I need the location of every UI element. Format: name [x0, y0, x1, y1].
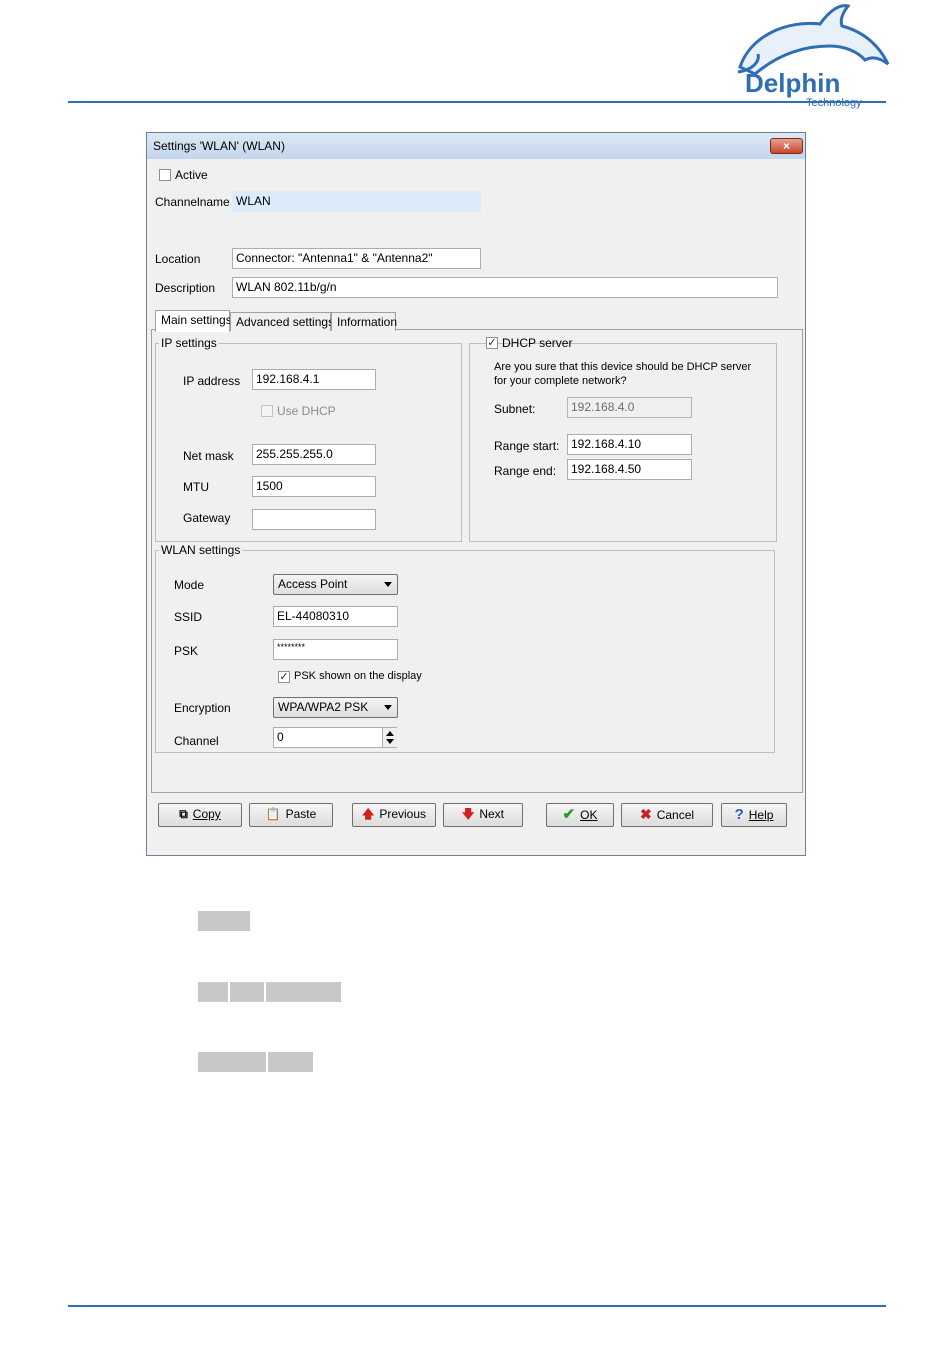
mode-select-value: Access Point: [278, 577, 348, 591]
netmask-input[interactable]: 255.255.255.0: [252, 444, 376, 465]
use-dhcp-label: Use DHCP: [277, 404, 336, 418]
dhcp-server-label: DHCP server: [502, 336, 573, 350]
gateway-label: Gateway: [183, 511, 231, 525]
redacted-block: [198, 982, 228, 1002]
psk-label: PSK: [174, 644, 199, 658]
ssid-input[interactable]: EL-44080310: [273, 606, 398, 627]
previous-button[interactable]: 🡅 Previous: [352, 803, 436, 827]
redacted-block: [266, 982, 341, 1002]
x-icon: ✖: [639, 806, 652, 822]
close-button[interactable]: ×: [770, 138, 803, 154]
previous-button-label: Previous: [379, 807, 427, 821]
next-button-label: Next: [479, 807, 505, 821]
psk-shown-label: PSK shown on the display: [294, 670, 422, 682]
ip-address-label: IP address: [183, 374, 241, 388]
mtu-input[interactable]: 1500: [252, 476, 376, 497]
copy-button[interactable]: ⧉ Copy: [158, 803, 242, 827]
dhcp-server-checkbox[interactable]: ✓: [486, 337, 498, 349]
ip-address-input[interactable]: 192.168.4.1: [252, 369, 376, 390]
dhcp-warning-line1: Are you sure that this device should be …: [494, 361, 752, 373]
spin-down-icon[interactable]: [386, 739, 394, 744]
channel-label: Channel: [174, 734, 219, 748]
footer-rule: [68, 1305, 886, 1307]
checkmark-icon: ✔: [562, 806, 576, 823]
description-input[interactable]: WLAN 802.11b/g/n: [232, 277, 778, 298]
active-label: Active: [175, 168, 208, 182]
help-button-label: Help: [748, 808, 774, 822]
chevron-down-icon: [384, 705, 392, 710]
gateway-input[interactable]: [252, 509, 376, 530]
wlan-settings-legend: WLAN settings: [159, 543, 243, 557]
paste-button-label: Paste: [285, 807, 317, 821]
range-start-input[interactable]: 192.168.4.10: [567, 434, 692, 455]
logo-subtitle: Technology: [806, 97, 862, 109]
arrow-down-icon: 🡇: [461, 807, 475, 821]
next-button[interactable]: 🡇 Next: [443, 803, 523, 827]
help-button[interactable]: ? Help: [721, 803, 787, 827]
use-dhcp-checkbox[interactable]: [261, 405, 273, 417]
mode-label: Mode: [174, 578, 205, 592]
psk-input[interactable]: ********: [273, 639, 398, 660]
redacted-block: [198, 1052, 266, 1072]
range-end-input[interactable]: 192.168.4.50: [567, 459, 692, 480]
question-icon: ?: [734, 806, 744, 823]
tab-advanced-settings[interactable]: Advanced settings: [230, 312, 334, 331]
logo-wordmark: Delphin: [745, 68, 841, 98]
paste-icon: 📋: [265, 807, 281, 821]
mode-select[interactable]: Access Point: [273, 574, 398, 595]
location-label: Location: [155, 252, 201, 266]
chevron-down-icon: [384, 582, 392, 587]
ok-button[interactable]: ✔ OK: [546, 803, 614, 827]
encryption-select[interactable]: WPA/WPA2 PSK: [273, 697, 398, 718]
tab-main-settings[interactable]: Main settings: [155, 310, 232, 332]
redacted-block: [268, 1052, 313, 1072]
cancel-button-label: Cancel: [656, 808, 695, 822]
channelname-label: Channelname: [155, 195, 230, 209]
arrow-up-icon: 🡅: [361, 807, 375, 821]
ip-settings-legend: IP settings: [159, 336, 219, 350]
cancel-button[interactable]: ✖ Cancel: [621, 803, 713, 827]
encryption-label: Encryption: [174, 701, 231, 715]
delphin-logo: Delphin Technology: [730, 2, 895, 114]
subnet-input[interactable]: 192.168.4.0: [567, 397, 692, 418]
redacted-block: [230, 982, 264, 1002]
redacted-block: [198, 911, 250, 931]
channelname-input[interactable]: WLAN: [232, 191, 481, 212]
netmask-label: Net mask: [183, 449, 234, 463]
copy-button-label: Copy: [192, 807, 221, 821]
wlan-settings-group: [155, 550, 775, 753]
paste-button[interactable]: 📋 Paste: [249, 803, 333, 827]
ok-button-label: OK: [580, 808, 598, 822]
tab-information[interactable]: Information: [331, 312, 397, 331]
settings-window: Settings 'WLAN' (WLAN) × Active Channeln…: [146, 132, 806, 856]
window-title: Settings 'WLAN' (WLAN): [153, 139, 285, 153]
channel-spin-buttons[interactable]: [382, 728, 397, 747]
psk-shown-checkbox[interactable]: ✓: [278, 671, 290, 683]
range-start-label: Range start:: [494, 439, 560, 453]
active-checkbox[interactable]: [159, 169, 171, 181]
ssid-label: SSID: [174, 610, 203, 624]
range-end-label: Range end:: [494, 464, 557, 478]
spin-up-icon[interactable]: [386, 731, 394, 736]
channel-stepper[interactable]: 0: [273, 727, 397, 748]
subnet-label: Subnet:: [494, 402, 536, 416]
title-bar: Settings 'WLAN' (WLAN) ×: [147, 133, 805, 159]
encryption-select-value: WPA/WPA2 PSK: [278, 700, 369, 714]
dhcp-warning-line2: for your complete network?: [494, 375, 627, 387]
location-input[interactable]: Connector: "Antenna1" & "Antenna2": [232, 248, 481, 269]
copy-icon: ⧉: [179, 807, 188, 821]
description-label: Description: [155, 281, 216, 295]
mtu-label: MTU: [183, 480, 209, 494]
channel-value: 0: [277, 730, 284, 744]
